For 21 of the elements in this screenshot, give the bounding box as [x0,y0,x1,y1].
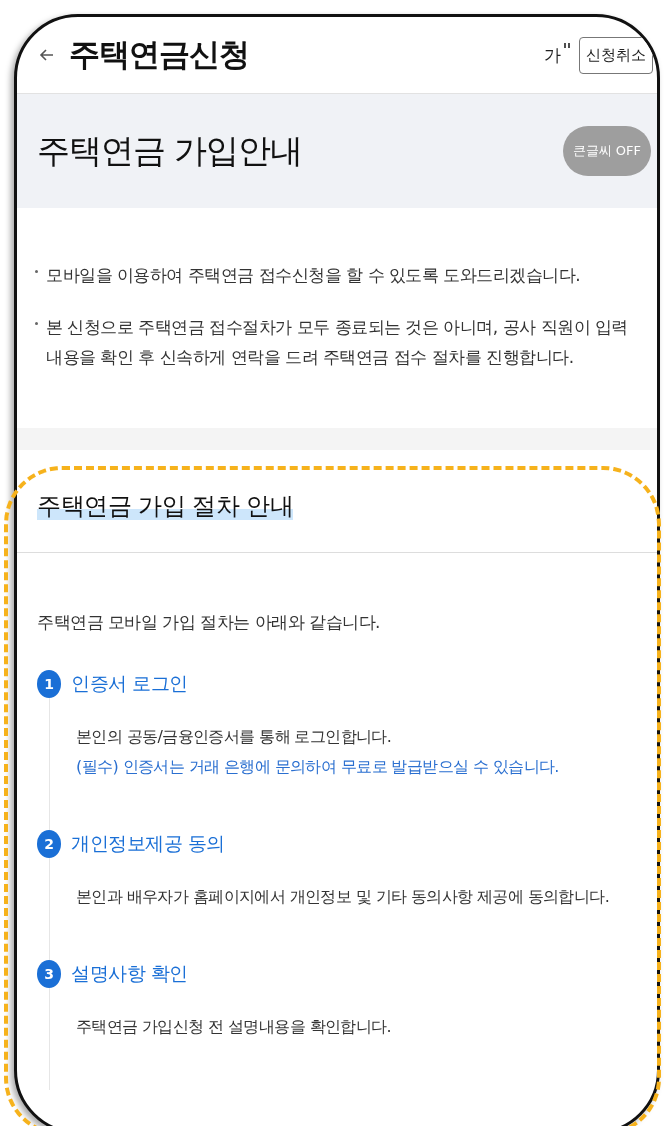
notice-text: 모바일을 이용하여 주택연금 접수신청을 할 수 있도록 도와드리겠습니다. [46,264,581,287]
intro-text: 주택연금 모바일 가입 절차는 아래와 같습니다. [37,611,381,634]
step-title: 인증서 로그인 [71,671,188,696]
step-title: 설명사항 확인 [71,961,188,986]
page-title: 주택연금신청 [69,35,250,74]
step-description: 본인의 공동/금융인증서를 통해 로그인합니다. [76,726,393,748]
font-size-button[interactable]: 가 [544,43,561,67]
step-number: 3 [37,960,61,988]
step-title: 개인정보제공 동의 [71,831,225,856]
notice-text: 본 신청으로 주택연금 접수절차가 모두 종료되는 것은 아니며, 공사 직원이 입력내용을 확인 후 신속하게 연락을 드려 주택연금 접수 절차를 진행합니다. [46,316,629,369]
step-number: 1 [37,670,61,698]
bullet-dot [35,322,38,325]
tick-marks-icon [563,42,571,49]
note-text: (필수) 인증서는 거래 은행에 문의하여 무료로 발급받으실 수 있습니다. [76,756,560,778]
section-title: 주택연금 가입안내 [37,129,304,172]
cancel-application-button[interactable]: 신청취소 [579,36,653,74]
step-description: 본인과 배우자가 홈페이지에서 개인정보 및 기타 동의사항 제공에 동의합니다. [76,886,611,908]
step-description: 주택연금 가입신청 전 설명내용을 확인합니다. [76,1016,393,1038]
bullet-dot [35,270,38,273]
step-number: 2 [37,830,61,858]
back-arrow-icon[interactable] [39,47,55,63]
